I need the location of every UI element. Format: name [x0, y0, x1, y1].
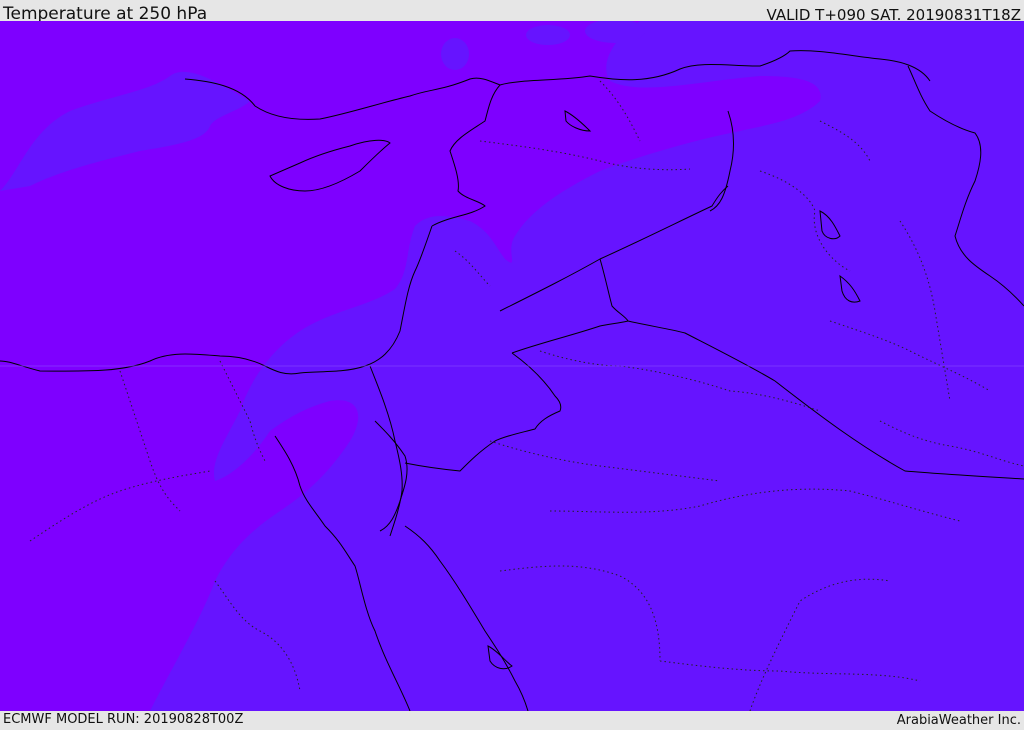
- weather-map: [0, 21, 1024, 711]
- temperature-patch: [441, 38, 469, 70]
- temperature-patch: [526, 25, 570, 45]
- footer-bar: ECMWF MODEL RUN: 20190828T00Z ArabiaWeat…: [0, 711, 1024, 729]
- credit-label: ArabiaWeather Inc.: [896, 713, 1021, 728]
- header-bar: Temperature at 250 hPa VALID T+090 SAT. …: [0, 0, 1024, 24]
- model-run-label: ECMWF MODEL RUN: 20190828T00Z: [3, 712, 244, 727]
